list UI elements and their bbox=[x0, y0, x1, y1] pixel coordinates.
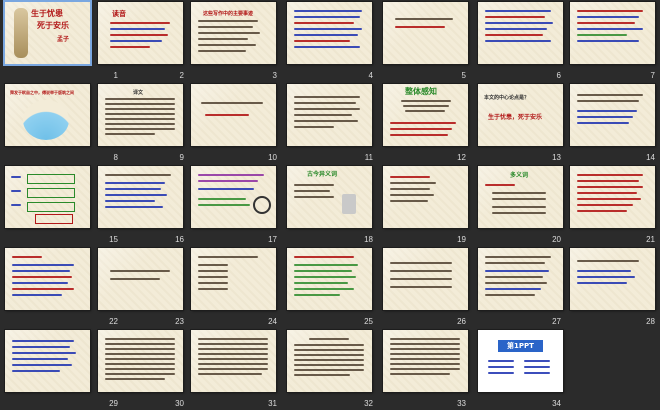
slide-number: 18 bbox=[364, 235, 373, 244]
slide-thumbnail-4[interactable] bbox=[287, 2, 372, 64]
slide-number: 8 bbox=[113, 153, 118, 162]
slide-title: 整体感知 bbox=[405, 87, 437, 96]
slide-number: 23 bbox=[175, 317, 184, 326]
slide-thumbnail-7[interactable] bbox=[570, 2, 655, 64]
slide-number: 4 bbox=[368, 71, 373, 80]
slide-thumbnail-1[interactable]: 生于忧患 死于安乐 孟子 bbox=[5, 2, 90, 64]
slide-thumbnail-3[interactable]: 这些写作中的主要事迹 bbox=[191, 2, 276, 64]
slide-number: 32 bbox=[364, 399, 373, 408]
slide-thumbnail-6[interactable] bbox=[478, 2, 563, 64]
slide-thumbnail-28[interactable] bbox=[570, 248, 655, 310]
slide-number: 13 bbox=[552, 153, 561, 162]
slide-title-line1: 生于忧患 bbox=[31, 9, 63, 18]
magnifier-icon bbox=[253, 196, 271, 214]
slide-thumbnail-29[interactable] bbox=[5, 330, 90, 392]
slide-thumbnail-16[interactable] bbox=[98, 166, 183, 228]
slide-thumbnail-13[interactable]: 本文的中心论点是？ 生于忧患，死于安乐 bbox=[478, 84, 563, 146]
slide-title: 舜发于畎亩之中，傅说举于版筑之间 bbox=[10, 90, 74, 95]
slide-thumbnail-32[interactable] bbox=[287, 330, 372, 392]
slide-number: 10 bbox=[268, 153, 277, 162]
slide-number: 20 bbox=[552, 235, 561, 244]
slide-number: 15 bbox=[109, 235, 118, 244]
slide-title: 本文的中心论点是？ bbox=[484, 95, 530, 101]
ppt-logo: 第1PPT bbox=[498, 340, 543, 352]
slide-number: 17 bbox=[268, 235, 277, 244]
slide-thumbnail-2[interactable]: 读音 bbox=[98, 2, 183, 64]
slide-number: 31 bbox=[268, 399, 277, 408]
slide-thumbnail-5[interactable] bbox=[383, 2, 468, 64]
slide-number: 21 bbox=[646, 235, 655, 244]
slide-title: 多义词 bbox=[510, 172, 529, 179]
slide-number: 27 bbox=[552, 317, 561, 326]
slide-thumbnail-33[interactable] bbox=[383, 330, 468, 392]
slide-thumbnail-11[interactable] bbox=[287, 84, 372, 146]
slide-thumbnail-14[interactable] bbox=[570, 84, 655, 146]
slide-number: 19 bbox=[457, 235, 466, 244]
slide-thumbnail-8[interactable]: 舜发于畎亩之中，傅说举于版筑之间 bbox=[5, 84, 90, 146]
slide-thumbnail-27[interactable] bbox=[478, 248, 563, 310]
slide-thumbnail-10[interactable] bbox=[191, 84, 276, 146]
slide-author: 孟子 bbox=[57, 36, 70, 43]
slide-sorter-grid: 生于忧患 死于安乐 孟子 1 读音 2 这些写作中的主要事迹 3 4 5 6 7… bbox=[0, 0, 660, 410]
slide-thumbnail-25[interactable] bbox=[287, 248, 372, 310]
slide-thumbnail-18[interactable]: 古今异义词 bbox=[287, 166, 372, 228]
slide-number: 30 bbox=[175, 399, 184, 408]
slide-title: 古今异义词 bbox=[307, 171, 338, 178]
slide-thumbnail-17[interactable] bbox=[191, 166, 276, 228]
figure-icon bbox=[14, 8, 28, 58]
slide-thumbnail-15[interactable] bbox=[5, 166, 90, 228]
slide-number: 1 bbox=[113, 71, 118, 80]
slide-number: 3 bbox=[272, 71, 277, 80]
slide-number: 12 bbox=[457, 153, 466, 162]
slide-thumbnail-30[interactable] bbox=[98, 330, 183, 392]
slide-number: 22 bbox=[109, 317, 118, 326]
slide-number: 26 bbox=[457, 317, 466, 326]
fan-diagram bbox=[23, 100, 69, 140]
computer-icon bbox=[342, 194, 356, 214]
slide-thumbnail-31[interactable] bbox=[191, 330, 276, 392]
slide-thumbnail-19[interactable] bbox=[383, 166, 468, 228]
slide-answer: 生于忧患，死于安乐 bbox=[488, 114, 543, 121]
slide-number: 16 bbox=[175, 235, 184, 244]
slide-number: 25 bbox=[364, 317, 373, 326]
slide-thumbnail-22[interactable] bbox=[5, 248, 90, 310]
slide-title: 这些写作中的主要事迹 bbox=[203, 11, 254, 17]
slide-number: 7 bbox=[650, 71, 655, 80]
slide-number: 28 bbox=[646, 317, 655, 326]
slide-thumbnail-26[interactable] bbox=[383, 248, 468, 310]
slide-title: 译文 bbox=[133, 90, 144, 96]
slide-number: 14 bbox=[646, 153, 655, 162]
slide-number: 11 bbox=[364, 153, 373, 162]
slide-thumbnail-12[interactable]: 整体感知 bbox=[383, 84, 468, 146]
slide-thumbnail-34[interactable]: 第1PPT bbox=[478, 330, 563, 392]
slide-thumbnail-21[interactable] bbox=[570, 166, 655, 228]
slide-number: 29 bbox=[109, 399, 118, 408]
slide-thumbnail-9[interactable]: 译文 bbox=[98, 84, 183, 146]
slide-number: 9 bbox=[179, 153, 184, 162]
slide-number: 5 bbox=[461, 71, 466, 80]
slide-thumbnail-23[interactable] bbox=[98, 248, 183, 310]
slide-thumbnail-24[interactable] bbox=[191, 248, 276, 310]
slide-number: 33 bbox=[457, 399, 466, 408]
slide-number: 2 bbox=[179, 71, 184, 80]
slide-number: 24 bbox=[268, 317, 277, 326]
slide-number: 6 bbox=[556, 71, 561, 80]
slide-title-line2: 死于安乐 bbox=[37, 21, 69, 30]
slide-title: 读音 bbox=[112, 10, 126, 18]
slide-number: 34 bbox=[552, 399, 561, 408]
slide-thumbnail-20[interactable]: 多义词 bbox=[478, 166, 563, 228]
